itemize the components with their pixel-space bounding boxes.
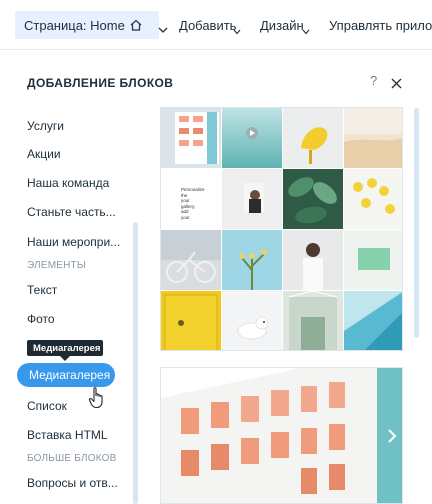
section-elements: ЭЛЕМЕНТЫ <box>27 260 86 271</box>
gallery-image-green-sign <box>344 230 402 290</box>
gallery-preset-grid[interactable]: Personalize the your gallery, add your <box>160 107 403 351</box>
category-services[interactable]: Услуги <box>27 119 64 133</box>
hand-cursor-icon <box>88 386 108 415</box>
gallery-image-plant-sky <box>222 230 282 290</box>
category-embed-html[interactable]: Вставка HTML <box>27 428 108 442</box>
category-scrollbar[interactable] <box>133 222 138 504</box>
category-list[interactable]: Список <box>27 399 67 413</box>
help-icon[interactable]: ? <box>370 73 377 88</box>
gallery-text-line: Personalize <box>181 187 205 192</box>
gallery-image-sea-abstract <box>344 291 402 350</box>
chevron-down-icon <box>158 21 168 39</box>
category-faq[interactable]: Вопросы и отв... <box>27 476 118 490</box>
gallery-scrollbar[interactable] <box>414 108 419 338</box>
chevron-down-icon <box>302 22 310 40</box>
gallery-image-bicycle <box>161 230 221 290</box>
page-select-dropdown[interactable]: Страница: Home <box>15 11 168 39</box>
page-select-label: Страница: Home <box>24 18 125 33</box>
category-promotions[interactable]: Акции <box>27 147 61 161</box>
gallery-text-tile: Personalize the your gallery, add your <box>161 169 221 229</box>
gallery-image-leaves <box>283 169 343 229</box>
category-photo[interactable]: Фото <box>27 312 55 326</box>
menu-manage-apps[interactable]: Управлять приложе <box>329 18 432 33</box>
gallery-image-woman-phone <box>283 230 343 290</box>
gallery-preset-slider[interactable] <box>160 367 403 504</box>
top-bar: Страница: Home Добавить Дизайн Управлять… <box>0 0 432 50</box>
category-join-us[interactable]: Станьте часть... <box>27 205 116 219</box>
section-more-blocks: БОЛЬШЕ БЛОКОВ <box>27 453 117 464</box>
gallery-image-beach <box>344 108 402 168</box>
category-our-team[interactable]: Наша команда <box>27 176 109 190</box>
tooltip-arrow <box>60 356 70 361</box>
menu-design[interactable]: Дизайн <box>260 18 304 33</box>
menu-add[interactable]: Добавить <box>179 18 236 33</box>
gallery-image-yellow-door <box>161 291 221 350</box>
category-text[interactable]: Текст <box>27 283 57 297</box>
gallery-image-building-large <box>161 368 402 503</box>
tooltip: Медиагалерея <box>27 340 103 356</box>
category-events[interactable]: Наши меропри... <box>27 235 120 249</box>
gallery-image-lemons <box>344 169 402 229</box>
gallery-image-sea-video <box>222 108 282 168</box>
home-icon <box>129 18 143 37</box>
gallery-image-greenhouse <box>283 291 343 350</box>
chevron-down-icon <box>233 22 241 40</box>
gallery-image-white-dog <box>222 291 282 350</box>
gallery-image-yellow-chair <box>283 108 343 168</box>
gallery-image-woman <box>222 169 282 229</box>
close-icon[interactable] <box>391 76 402 94</box>
gallery-image-building <box>161 108 221 168</box>
gallery-text-line: your <box>181 214 190 220</box>
category-media-gallery[interactable]: Медиагалерея <box>17 363 115 387</box>
panel-title: ДОБАВЛЕНИЕ БЛОКОВ <box>27 76 174 90</box>
